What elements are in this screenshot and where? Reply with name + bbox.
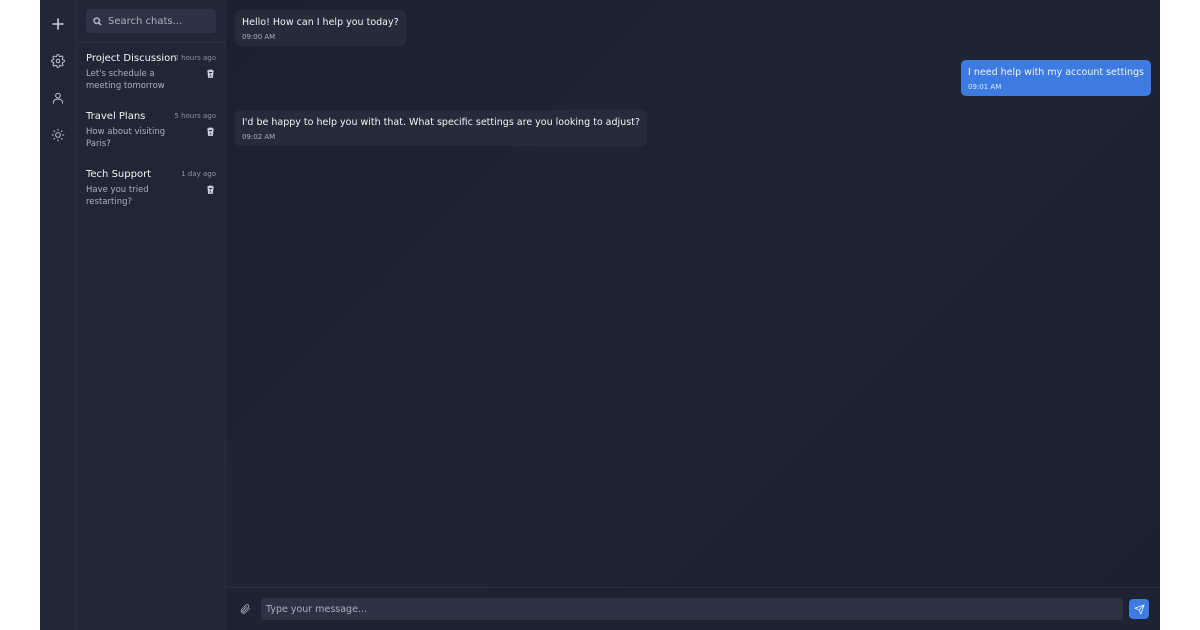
delete-chat-button[interactable] bbox=[205, 184, 216, 195]
chat-timestamp: 2 hours ago bbox=[174, 54, 216, 62]
chat-list-item[interactable]: Travel Plans 5 hours ago How about visit… bbox=[77, 101, 225, 159]
attach-button[interactable] bbox=[237, 601, 253, 617]
chat-preview: Let's schedule a meeting tomorrow bbox=[86, 69, 165, 91]
theme-toggle-button[interactable] bbox=[46, 123, 70, 147]
search-input[interactable] bbox=[108, 15, 208, 27]
user-icon bbox=[52, 92, 64, 104]
chat-list-sidebar: Project Discussion 2 hours ago Let's sch… bbox=[77, 0, 226, 630]
chat-list-item[interactable]: Project Discussion 2 hours ago Let's sch… bbox=[77, 43, 225, 101]
message-input[interactable] bbox=[261, 598, 1123, 620]
delete-chat-button[interactable] bbox=[205, 126, 216, 137]
gear-icon bbox=[51, 54, 65, 68]
message-timestamp: 09:01 AM bbox=[968, 83, 1002, 91]
chat-list-item[interactable]: Tech Support 1 day ago Have you tried re… bbox=[77, 159, 225, 217]
search-icon bbox=[93, 16, 102, 26]
trash-icon bbox=[207, 127, 214, 136]
send-icon bbox=[1134, 604, 1144, 614]
chat-timestamp: 5 hours ago bbox=[174, 112, 216, 120]
message-timestamp: 09:02 AM bbox=[242, 133, 276, 141]
message-text: I need help with my account settings bbox=[968, 67, 1144, 78]
paperclip-icon bbox=[240, 604, 250, 614]
plus-icon bbox=[52, 18, 64, 30]
profile-button[interactable] bbox=[46, 86, 70, 110]
incoming-message: Hello! How can I help you today? 09:00 A… bbox=[235, 10, 406, 46]
chat-app: Project Discussion 2 hours ago Let's sch… bbox=[40, 0, 1160, 630]
settings-button[interactable] bbox=[46, 49, 70, 73]
chat-timestamp: 1 day ago bbox=[181, 170, 216, 178]
message-composer bbox=[226, 587, 1160, 630]
chat-window: Hello! How can I help you today? 09:00 A… bbox=[226, 0, 1160, 630]
trash-icon bbox=[207, 69, 214, 78]
chat-preview: Have you tried restarting? bbox=[86, 185, 149, 207]
message-text: I'd be happy to help you with that. What… bbox=[242, 117, 640, 128]
sun-icon bbox=[51, 128, 65, 142]
outgoing-message: I need help with my account settings 09:… bbox=[961, 60, 1151, 96]
message-timestamp: 09:00 AM bbox=[242, 33, 276, 41]
search-box[interactable] bbox=[86, 9, 216, 33]
delete-chat-button[interactable] bbox=[205, 68, 216, 79]
new-chat-button[interactable] bbox=[46, 12, 70, 36]
send-button[interactable] bbox=[1129, 599, 1149, 619]
icon-rail bbox=[40, 0, 77, 630]
message-text: Hello! How can I help you today? bbox=[242, 17, 399, 28]
incoming-message: I'd be happy to help you with that. What… bbox=[235, 110, 647, 146]
trash-icon bbox=[207, 185, 214, 194]
chat-preview: How about visiting Paris? bbox=[86, 127, 166, 149]
search-container bbox=[77, 0, 225, 43]
